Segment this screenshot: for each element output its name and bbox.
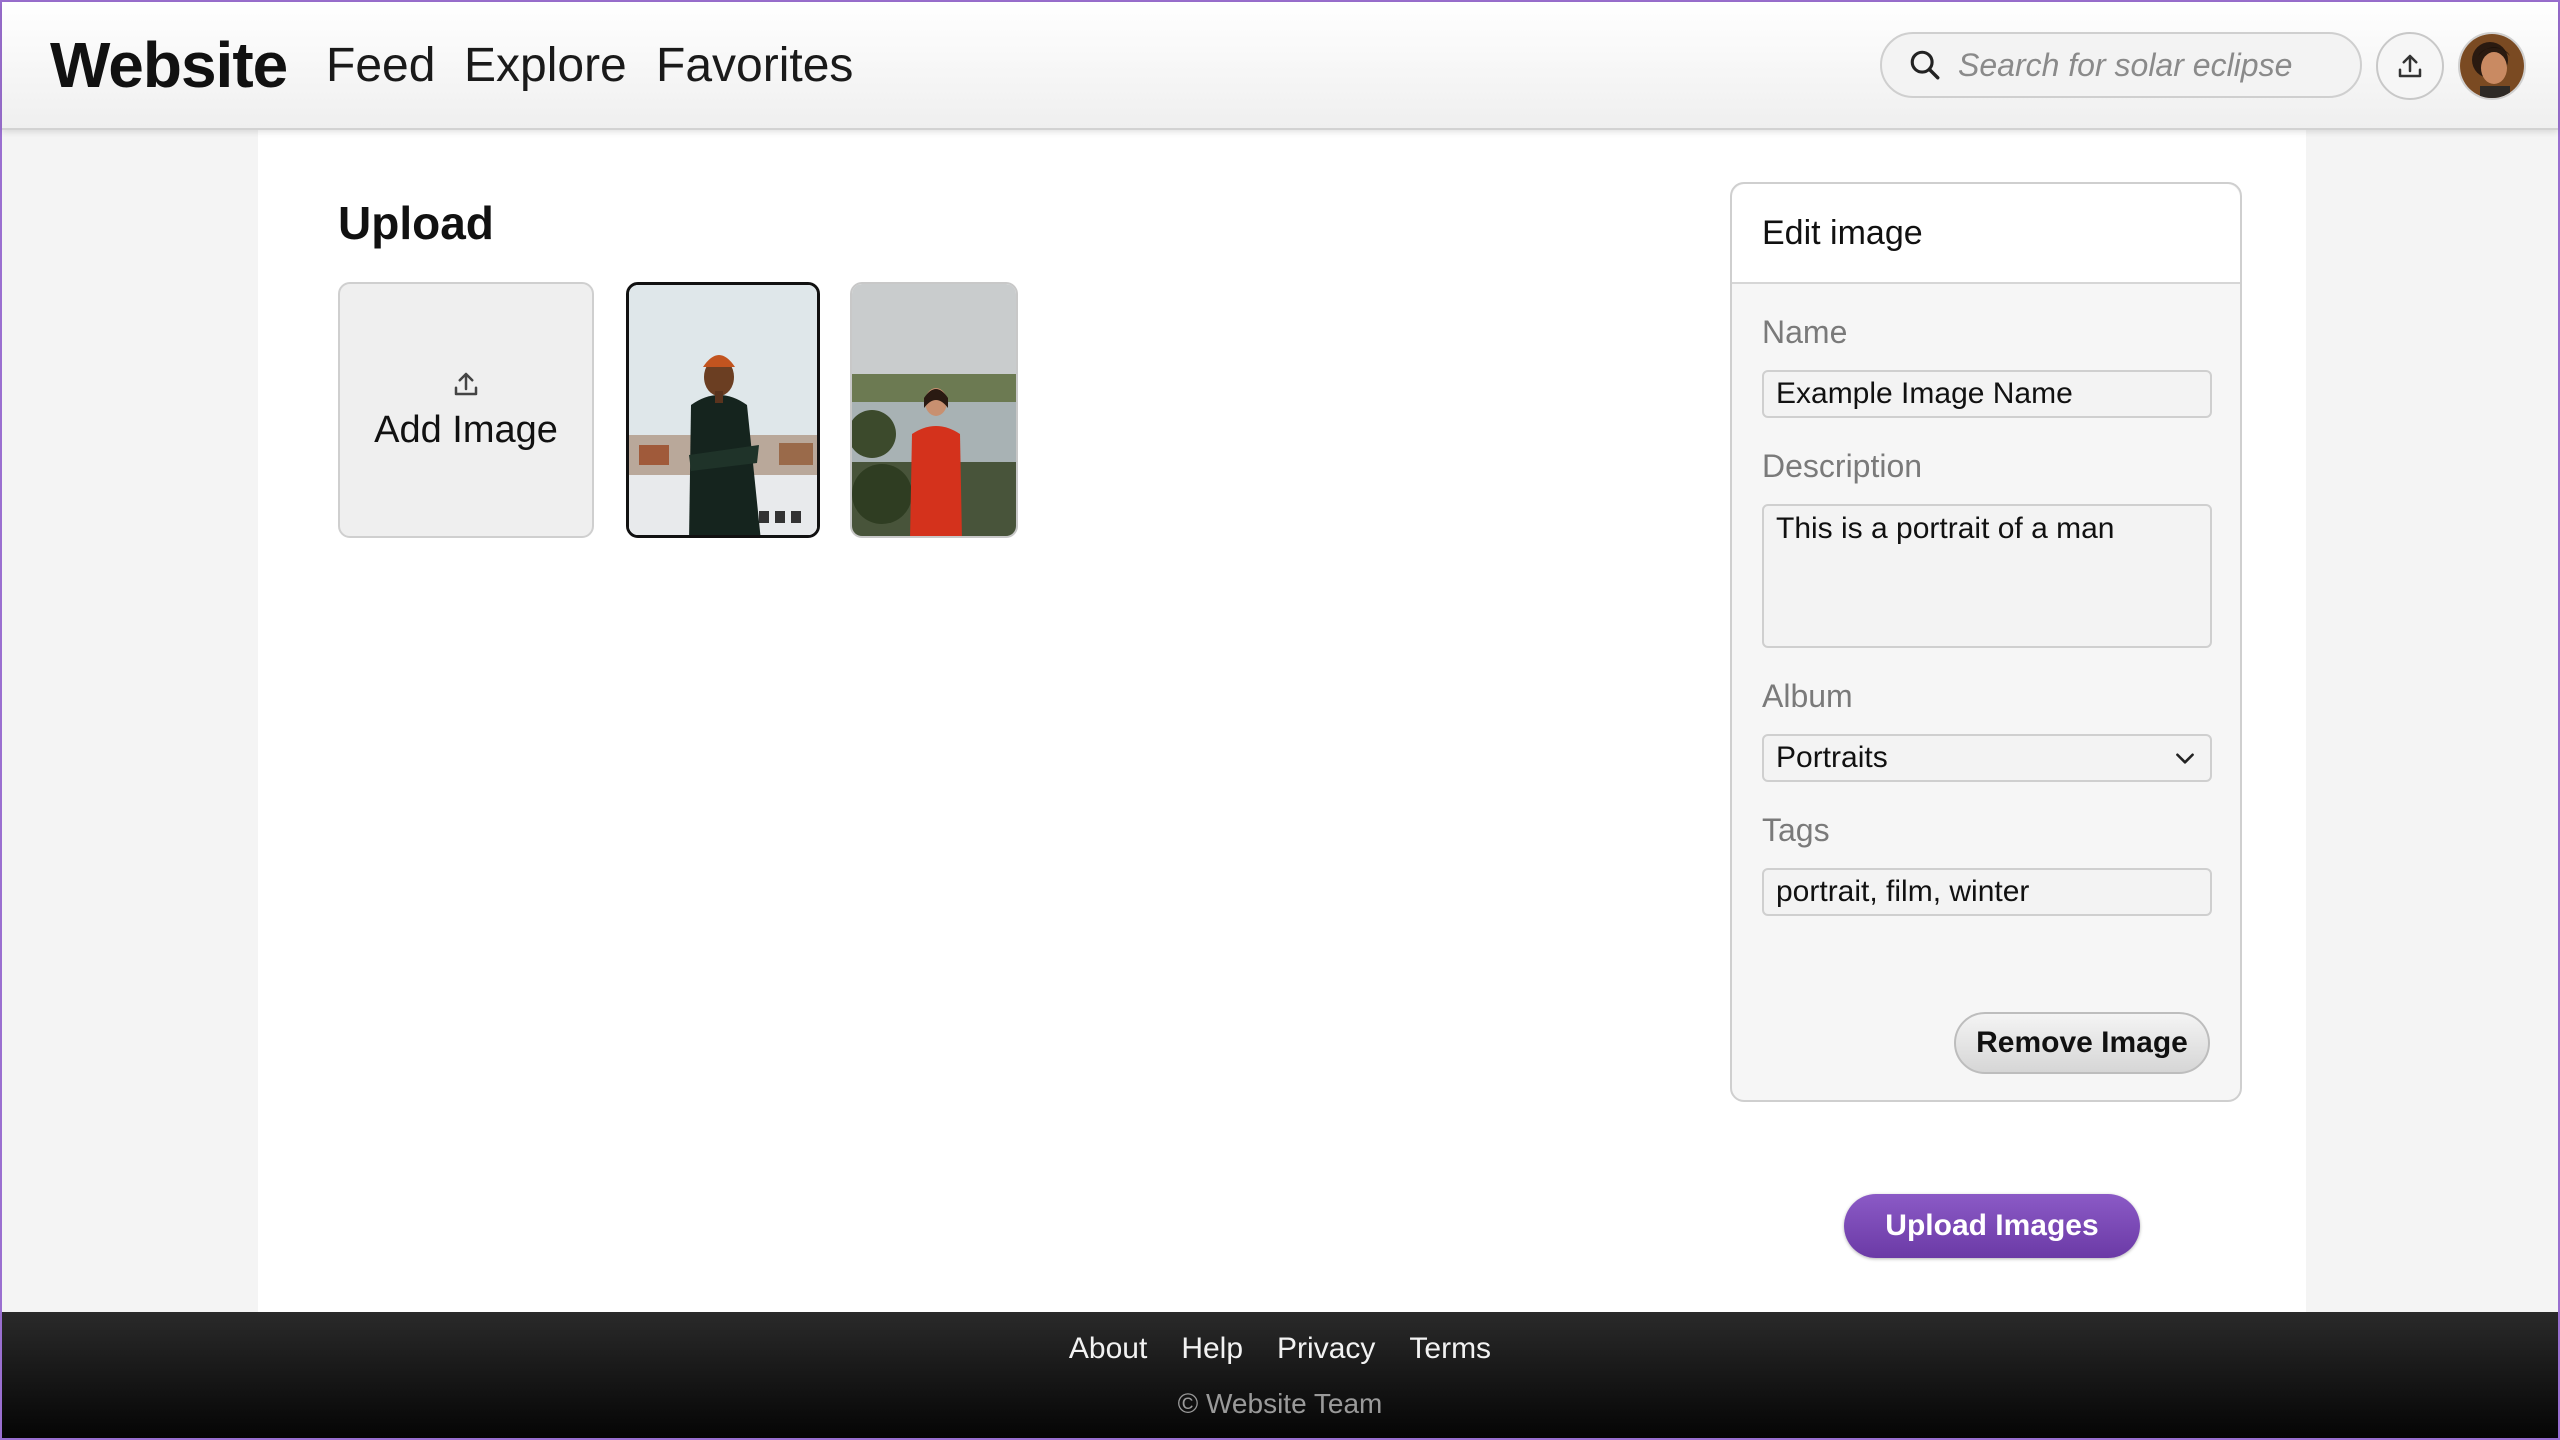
chevron-down-icon bbox=[2176, 753, 2194, 764]
album-selected-value: Portraits bbox=[1776, 741, 1888, 774]
tags-label: Tags bbox=[1762, 812, 1830, 848]
upload-images-button[interactable]: Upload Images bbox=[1844, 1194, 2140, 1258]
user-avatar[interactable] bbox=[2458, 32, 2526, 100]
search-icon bbox=[1910, 50, 1940, 80]
add-image-button[interactable]: Add Image bbox=[338, 282, 594, 538]
upload-icon bbox=[454, 372, 478, 395]
site-logo[interactable]: Website bbox=[50, 28, 288, 102]
portrait-man-image bbox=[629, 285, 817, 535]
main-content: Upload Add Image Edit image Name Example… bbox=[258, 130, 2306, 1312]
top-navigation-bar: Website Feed Explore Favorites bbox=[2, 2, 2558, 130]
nav-link-explore[interactable]: Explore bbox=[464, 38, 627, 93]
page-title: Upload bbox=[338, 197, 494, 249]
description-textarea[interactable]: This is a portrait of a man bbox=[1762, 504, 2212, 648]
description-label: Description bbox=[1762, 448, 1923, 484]
edit-panel-title: Edit image bbox=[1732, 184, 2240, 284]
copyright-text: © Website Team bbox=[1177, 1388, 1383, 1419]
add-image-label: Add Image bbox=[374, 408, 558, 451]
upload-button[interactable] bbox=[2376, 32, 2444, 100]
avatar-photo bbox=[2460, 34, 2524, 98]
remove-image-button[interactable]: Remove Image bbox=[1954, 1012, 2210, 1074]
search-bar[interactable] bbox=[1880, 32, 2362, 98]
footer-link-help[interactable]: Help bbox=[1181, 1332, 1243, 1366]
tags-input[interactable] bbox=[1762, 868, 2212, 916]
album-label: Album bbox=[1762, 678, 1853, 714]
footer-link-about[interactable]: About bbox=[1069, 1332, 1147, 1366]
name-label: Name bbox=[1762, 314, 1848, 350]
album-select[interactable]: Portraits bbox=[1762, 734, 2212, 782]
nav-link-feed[interactable]: Feed bbox=[326, 38, 435, 93]
nav-link-favorites[interactable]: Favorites bbox=[656, 38, 853, 93]
upload-icon bbox=[2398, 54, 2422, 78]
image-thumbnail[interactable] bbox=[850, 282, 1018, 538]
edit-image-panel: Edit image Name Description This is a po… bbox=[1730, 182, 2242, 1102]
portrait-woman-image bbox=[852, 284, 1016, 536]
footer-links: About Help Privacy Terms bbox=[2, 1332, 2558, 1366]
footer-link-terms[interactable]: Terms bbox=[1409, 1332, 1491, 1366]
search-input[interactable] bbox=[1958, 46, 2338, 84]
image-thumbnail-selected[interactable] bbox=[626, 282, 820, 538]
footer-link-privacy[interactable]: Privacy bbox=[1277, 1332, 1375, 1366]
name-input[interactable] bbox=[1762, 370, 2212, 418]
footer: About Help Privacy Terms © Website Team bbox=[2, 1312, 2558, 1438]
